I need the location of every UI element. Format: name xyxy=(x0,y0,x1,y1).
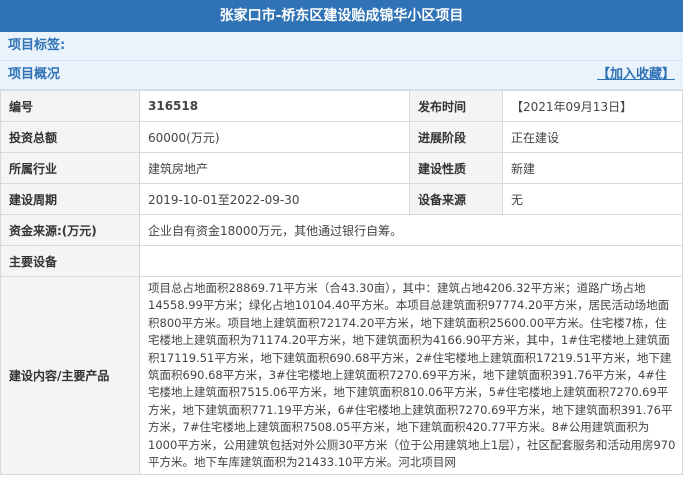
row-period: 建设周期 2019-10-01至2022-09-30 设备来源 无 xyxy=(0,183,683,215)
page-title: 张家口市-桥东区建设贻成锦华小区项目 xyxy=(0,0,683,32)
overview-label: 项目概况 xyxy=(8,67,61,82)
industry-value: 建筑房地产 xyxy=(139,152,410,184)
overview-section: 项目概况 【加入收藏】 xyxy=(0,61,683,90)
project-info-table: 编号 316518 发布时间 【2021年09月13日】 投资总额 60000(… xyxy=(0,90,683,476)
code-label: 编号 xyxy=(0,90,140,122)
equipment-source-value: 无 xyxy=(502,183,683,215)
tags-section: 项目标签: xyxy=(0,32,683,61)
nature-label: 建设性质 xyxy=(409,152,503,184)
row-content: 建设内容/主要产品 项目总占地面积28869.71平方米（合43.30亩），其中… xyxy=(0,275,683,476)
publish-date-label: 发布时间 xyxy=(409,90,503,122)
investment-label: 投资总额 xyxy=(0,121,140,153)
publish-date-value: 【2021年09月13日】 xyxy=(502,90,683,122)
funds-value: 企业自有资金18000万元，其他通过银行自筹。 xyxy=(139,214,683,246)
period-value: 2019-10-01至2022-09-30 xyxy=(139,183,410,215)
equipment-label: 主要设备 xyxy=(0,245,140,277)
row-code: 编号 316518 发布时间 【2021年09月13日】 xyxy=(0,90,683,122)
stage-label: 进展阶段 xyxy=(409,121,503,153)
content-value: 项目总占地面积28869.71平方米（合43.30亩），其中：建筑占地4206.… xyxy=(139,275,683,476)
row-industry: 所属行业 建筑房地产 建设性质 新建 xyxy=(0,152,683,184)
industry-label: 所属行业 xyxy=(0,152,140,184)
investment-value: 60000(万元) xyxy=(139,121,410,153)
stage-value: 正在建设 xyxy=(502,121,683,153)
row-equipment: 主要设备 xyxy=(0,245,683,277)
nature-value: 新建 xyxy=(502,152,683,184)
content-label: 建设内容/主要产品 xyxy=(0,275,140,476)
period-label: 建设周期 xyxy=(0,183,140,215)
add-favorite-link[interactable]: 【加入收藏】 xyxy=(597,61,675,89)
equipment-source-label: 设备来源 xyxy=(409,183,503,215)
row-investment: 投资总额 60000(万元) 进展阶段 正在建设 xyxy=(0,121,683,153)
tags-label: 项目标签: xyxy=(8,38,66,53)
equipment-value xyxy=(139,245,683,277)
funds-label: 资金来源:(万元) xyxy=(0,214,140,246)
code-value: 316518 xyxy=(139,90,410,122)
row-funds: 资金来源:(万元) 企业自有资金18000万元，其他通过银行自筹。 xyxy=(0,214,683,246)
